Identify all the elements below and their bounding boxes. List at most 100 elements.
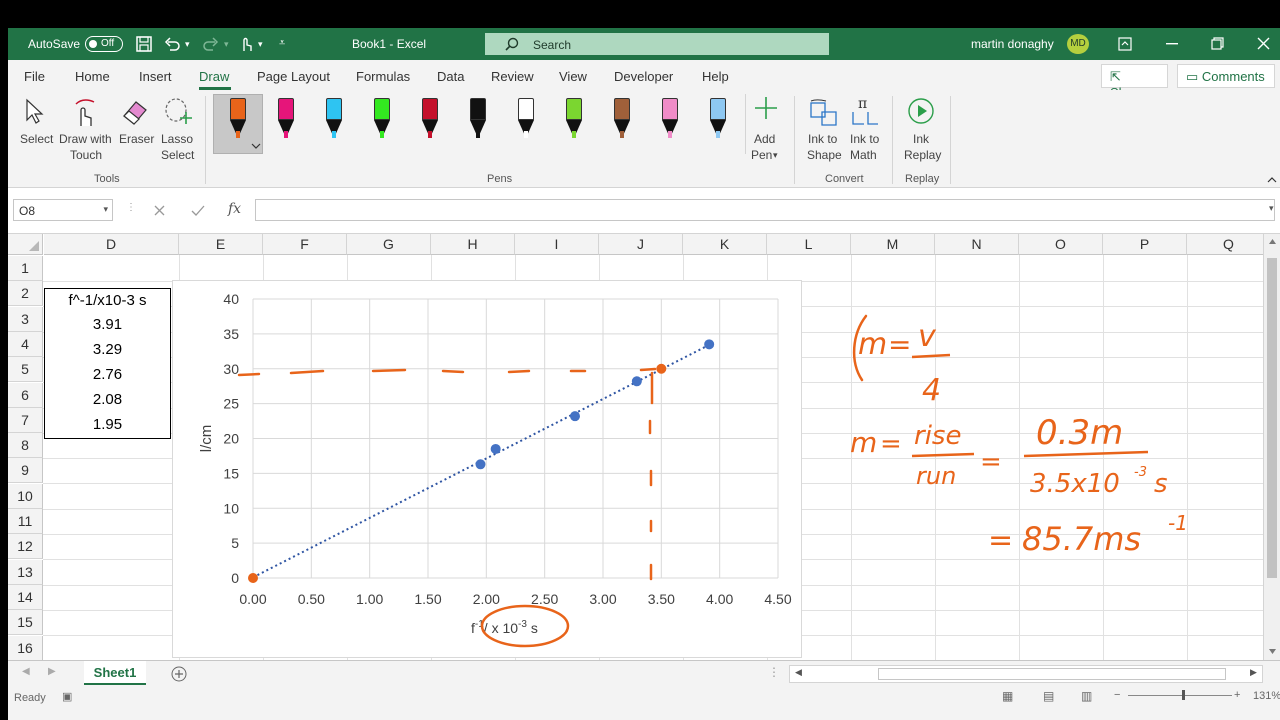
- horizontal-scroll-thumb[interactable]: [878, 668, 1226, 680]
- restore-icon[interactable]: [1211, 37, 1224, 50]
- row-header-13[interactable]: 13: [8, 559, 43, 585]
- pen-options-chevron-icon[interactable]: [251, 142, 261, 150]
- tab-help[interactable]: Help: [702, 69, 729, 84]
- add-sheet-icon[interactable]: [171, 666, 187, 682]
- expand-formula-bar-icon[interactable]: ▾: [1269, 203, 1274, 214]
- row-header-5[interactable]: 5: [8, 357, 43, 383]
- pen-3-icon[interactable]: [326, 98, 342, 140]
- column-header-j[interactable]: J: [599, 234, 683, 255]
- table-header-cell[interactable]: f^-1/x10-3 s: [44, 288, 171, 314]
- name-box[interactable]: O8 ▾: [13, 199, 113, 221]
- redo-dropdown-icon[interactable]: ▾: [224, 39, 229, 50]
- table-cell[interactable]: 2.76: [44, 363, 171, 389]
- tab-file[interactable]: File: [24, 69, 45, 84]
- undo-icon[interactable]: [164, 36, 180, 52]
- scroll-down-icon[interactable]: [1268, 648, 1277, 655]
- table-cell[interactable]: 3.91: [44, 313, 171, 339]
- row-header-14[interactable]: 14: [8, 584, 43, 610]
- formula-input[interactable]: [255, 199, 1275, 221]
- enter-check-icon[interactable]: [191, 205, 205, 216]
- pen-5-icon[interactable]: [422, 98, 438, 140]
- insert-function-icon[interactable]: fx: [228, 201, 241, 217]
- column-header-i[interactable]: I: [515, 234, 599, 255]
- column-header-e[interactable]: E: [179, 234, 263, 255]
- redo-icon[interactable]: [203, 36, 219, 52]
- tab-draw[interactable]: Draw: [199, 69, 229, 84]
- undo-dropdown-icon[interactable]: ▾: [185, 39, 190, 50]
- prev-sheet-icon[interactable]: ◀: [22, 666, 30, 677]
- select-all-corner[interactable]: [8, 234, 43, 255]
- row-header-8[interactable]: 8: [8, 433, 43, 459]
- column-header-g[interactable]: G: [347, 234, 431, 255]
- row-header-4[interactable]: 4: [8, 331, 43, 357]
- share-button[interactable]: ⇱ Share: [1101, 64, 1168, 100]
- avatar[interactable]: MD: [1067, 34, 1089, 54]
- tab-split-handle-icon[interactable]: ⋮: [768, 665, 780, 679]
- pen-1-icon[interactable]: [230, 98, 246, 140]
- cancel-icon[interactable]: [154, 205, 165, 216]
- page-break-view-icon[interactable]: ▥: [1081, 689, 1092, 703]
- pen-11-icon[interactable]: [710, 98, 726, 140]
- table-cell[interactable]: 1.95: [44, 413, 171, 439]
- more-options-icon[interactable]: ⋮: [126, 202, 136, 213]
- macro-record-icon[interactable]: ▣: [62, 690, 72, 703]
- zoom-slider[interactable]: [1128, 695, 1232, 696]
- normal-view-icon[interactable]: ▦: [1002, 689, 1013, 703]
- row-header-16[interactable]: 16: [8, 635, 43, 661]
- column-header-h[interactable]: H: [431, 234, 515, 255]
- row-header-3[interactable]: 3: [8, 306, 43, 332]
- tab-view[interactable]: View: [559, 69, 587, 84]
- autosave-toggle[interactable]: Off: [85, 36, 123, 52]
- column-header-f[interactable]: F: [263, 234, 347, 255]
- tab-home[interactable]: Home: [75, 69, 110, 84]
- column-header-o[interactable]: O: [1019, 234, 1103, 255]
- zoom-in-icon[interactable]: +: [1234, 689, 1240, 701]
- collapse-ribbon-icon[interactable]: [1267, 176, 1277, 184]
- customize-qat-icon[interactable]: ⩡: [279, 37, 285, 50]
- ink-annotations[interactable]: m = v 4 m = rise run = 0.3m 3.5x10 -3 s …: [838, 304, 1218, 564]
- scroll-left-icon[interactable]: ◀: [795, 667, 802, 678]
- page-layout-view-icon[interactable]: ▤: [1043, 689, 1054, 703]
- row-header-2[interactable]: 2: [8, 281, 43, 307]
- search-box[interactable]: Search: [485, 33, 829, 55]
- tab-data[interactable]: Data: [437, 69, 464, 84]
- column-header-d[interactable]: D: [44, 234, 179, 255]
- column-header-l[interactable]: L: [767, 234, 851, 255]
- tab-review[interactable]: Review: [491, 69, 534, 84]
- pen-9-icon[interactable]: [614, 98, 630, 140]
- tab-page-layout[interactable]: Page Layout: [257, 69, 330, 84]
- row-header-1[interactable]: 1: [8, 256, 43, 281]
- vertical-scroll-thumb[interactable]: [1267, 258, 1277, 578]
- save-icon[interactable]: [136, 36, 152, 52]
- row-header-9[interactable]: 9: [8, 458, 43, 484]
- horizontal-scrollbar[interactable]: ◀ ▶: [789, 665, 1263, 683]
- user-name[interactable]: martin donaghy: [971, 37, 1054, 51]
- column-header-q[interactable]: Q: [1187, 234, 1271, 255]
- pen-6-icon[interactable]: [470, 98, 486, 140]
- worksheet-grid[interactable]: DEFGHIJKLMNOPQ 1 2 3 4 5 6 7 8 9 10 11 12 13 14 15 16 f…: [8, 234, 1280, 662]
- column-header-m[interactable]: M: [851, 234, 935, 255]
- comments-button[interactable]: ▭ Comments: [1177, 64, 1275, 88]
- column-header-k[interactable]: K: [683, 234, 767, 255]
- row-header-15[interactable]: 15: [8, 610, 43, 636]
- row-header-12[interactable]: 12: [8, 534, 43, 560]
- row-header-11[interactable]: 11: [8, 509, 43, 534]
- vertical-scrollbar[interactable]: [1263, 234, 1280, 660]
- table-cell[interactable]: 3.29: [44, 338, 171, 364]
- row-header-10[interactable]: 10: [8, 483, 43, 509]
- pen-10-icon[interactable]: [662, 98, 678, 140]
- close-icon[interactable]: [1257, 37, 1270, 50]
- touch-mode-icon[interactable]: [238, 35, 254, 53]
- pen-8-icon[interactable]: [566, 98, 582, 140]
- minimize-icon[interactable]: [1166, 43, 1178, 45]
- pen-4-icon[interactable]: [374, 98, 390, 140]
- tab-formulas[interactable]: Formulas: [356, 69, 410, 84]
- zoom-out-icon[interactable]: −: [1114, 689, 1120, 701]
- zoom-level[interactable]: 131%: [1253, 690, 1280, 702]
- pen-7-icon[interactable]: [518, 98, 534, 140]
- column-header-n[interactable]: N: [935, 234, 1019, 255]
- table-cell[interactable]: 2.08: [44, 388, 171, 414]
- ribbon-display-icon[interactable]: [1118, 37, 1132, 51]
- tab-insert[interactable]: Insert: [139, 69, 172, 84]
- sheet-tab-sheet1[interactable]: Sheet1: [84, 661, 146, 685]
